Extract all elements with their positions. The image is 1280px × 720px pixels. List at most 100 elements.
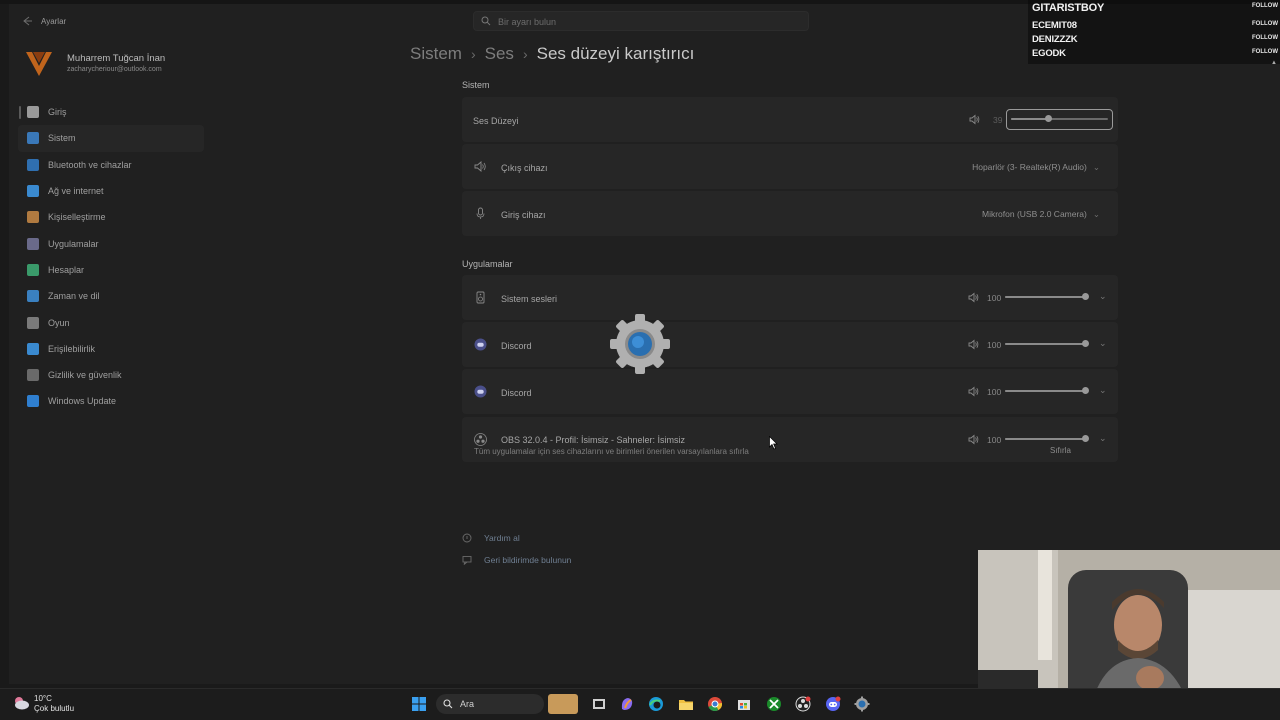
system-volume-slider[interactable] — [1011, 113, 1108, 125]
system-icon — [27, 132, 39, 145]
avatar[interactable] — [24, 48, 54, 78]
app-volume-value: 100 — [987, 340, 1002, 350]
input-device-card: Giriş cihazı Mikrofon (USB 2.0 Camera) ⌄ — [462, 191, 1118, 236]
sidebar-item-gamepad[interactable]: Oyun — [18, 309, 204, 335]
app-name: Discord — [501, 388, 532, 398]
discord-icon — [474, 338, 487, 351]
app-title: Ayarlar — [41, 17, 67, 26]
slider-thumb[interactable] — [1081, 340, 1089, 347]
sidebar-item-network[interactable]: Ağ ve internet — [18, 178, 204, 204]
weather-widget[interactable]: 10°C Çok bulutlu — [12, 693, 82, 715]
speaker-icon[interactable] — [968, 434, 979, 445]
settings-search-input[interactable]: Bir ayarı bulun — [473, 11, 809, 31]
sidebar-item-label: Oyun — [48, 317, 70, 328]
feedback-link[interactable]: Geri bildirimde bulunun — [462, 555, 571, 565]
slider-thumb[interactable] — [1045, 115, 1053, 122]
home-icon — [27, 106, 39, 119]
follow-badge: FOLLOW — [1252, 49, 1278, 55]
follower-name: DENIZZZK — [1032, 34, 1078, 45]
app-volume-slider[interactable] — [1005, 385, 1089, 397]
app-volume-slider[interactable] — [1005, 433, 1089, 445]
sidebar-item-label: Sistem — [48, 133, 76, 144]
speaker-icon[interactable] — [968, 386, 979, 397]
sidebar-item-accounts[interactable]: Hesaplar — [18, 257, 204, 283]
follow-badge: FOLLOW — [1252, 35, 1278, 41]
update-icon — [27, 395, 39, 408]
sidebar-item-label: Uygulamalar — [48, 238, 99, 249]
back-arrow-icon[interactable] — [20, 14, 34, 28]
app-volume-slider[interactable] — [1005, 338, 1089, 350]
weather-temperature: 10°C — [34, 694, 52, 703]
chevron-right-icon: › — [522, 46, 528, 62]
get-help-link[interactable]: Yardım al — [462, 533, 520, 543]
reset-button[interactable]: Sıfırla — [1050, 446, 1071, 455]
feedback-icon — [462, 556, 472, 565]
slider-thumb[interactable] — [1081, 387, 1089, 394]
output-device-dropdown[interactable]: Hoparlör (3- Realtek(R) Audio) ⌄ — [972, 162, 1100, 173]
breadcrumb-sistem[interactable]: Sistem — [410, 44, 462, 63]
settings-taskbar-icon[interactable] — [854, 696, 870, 712]
breadcrumb-ses[interactable]: Ses — [485, 44, 514, 63]
chevron-down-icon[interactable]: ⌄ — [1099, 385, 1107, 396]
brush-icon — [27, 211, 39, 224]
cloudy-weather-icon — [15, 697, 29, 710]
output-device-value: Hoparlör (3- Realtek(R) Audio) — [972, 162, 1087, 172]
bluetooth-icon — [27, 158, 39, 171]
file-explorer-icon[interactable] — [678, 696, 694, 712]
edge-icon[interactable] — [648, 696, 664, 712]
store-icon[interactable] — [736, 696, 752, 712]
speaker-icon[interactable] — [969, 114, 980, 125]
obs-taskbar-icon[interactable] — [795, 696, 811, 712]
sidebar-item-system[interactable]: Sistem — [18, 125, 204, 152]
chevron-down-icon[interactable]: ⌄ — [1099, 433, 1107, 444]
shield-icon — [27, 369, 39, 382]
speaker-icon — [474, 161, 486, 172]
app-name: OBS 32.0.4 - Profil: İsimsiz - Sahneler:… — [501, 435, 686, 445]
microphone-icon — [476, 207, 485, 219]
chrome-icon[interactable] — [707, 696, 723, 712]
sidebar-item-accessibility[interactable]: Erişilebilirlik — [18, 336, 204, 362]
slider-thumb[interactable] — [1081, 435, 1089, 442]
app-volume-slider[interactable] — [1005, 291, 1089, 303]
follower-name: EGODK — [1032, 48, 1066, 59]
follow-badge: FOLLOW — [1252, 3, 1278, 9]
search-highlight-icon[interactable] — [548, 694, 578, 714]
sidebar-item-brush[interactable]: Kişiselleştirme — [18, 204, 204, 230]
time-language-icon — [27, 290, 39, 303]
sidebar-item-label: Zaman ve dil — [48, 291, 100, 302]
slider-thumb[interactable] — [1081, 293, 1089, 300]
chevron-down-icon[interactable]: ⌄ — [1099, 291, 1107, 302]
loading-gear-icon — [610, 314, 670, 374]
app-name: Discord — [501, 341, 532, 351]
discord-taskbar-icon[interactable] — [825, 696, 841, 712]
copilot-icon[interactable] — [619, 696, 635, 712]
chevron-down-icon: ⌄ — [1092, 209, 1100, 219]
taskbar-search[interactable]: Ara — [436, 694, 544, 714]
sidebar-item-label: Hesaplar — [48, 264, 85, 275]
sidebar-item-apps[interactable]: Uygulamalar — [18, 230, 204, 256]
slider-fill — [1005, 438, 1085, 440]
xbox-icon[interactable] — [766, 696, 782, 712]
sidebar-item-bluetooth[interactable]: Bluetooth ve cihazlar — [18, 152, 204, 178]
sidebar-item-label: Giriş — [48, 107, 67, 118]
task-view-icon[interactable] — [591, 696, 607, 712]
speaker-icon[interactable] — [968, 339, 979, 350]
sidebar-item-shield[interactable]: Gizlilik ve güvenlik — [18, 362, 204, 388]
section-title-sistem: Sistem — [462, 80, 490, 90]
sidebar-item-home[interactable]: Giriş — [18, 99, 204, 125]
speaker-icon[interactable] — [968, 292, 979, 303]
sidebar-item-update[interactable]: Windows Update — [18, 388, 204, 414]
chevron-down-icon[interactable]: ⌄ — [1099, 338, 1107, 349]
weather-description: Çok bulutlu — [34, 704, 75, 713]
selection-indicator — [19, 106, 21, 119]
scroll-up-arrow-icon[interactable]: ▲ — [1271, 60, 1277, 66]
sidebar-item-label: Windows Update — [48, 396, 117, 407]
page-title: Ses düzeyi karıştırıcı — [536, 44, 695, 63]
sidebar-item-time-language[interactable]: Zaman ve dil — [18, 283, 204, 309]
output-device-card: Çıkış cihazı Hoparlör (3- Realtek(R) Aud… — [462, 144, 1118, 189]
stream-follower-overlay: GITARISTBOY FOLLOW ECEMIT08 FOLLOW DENIZZZK F… — [1028, 0, 1280, 64]
discord-icon — [474, 385, 487, 398]
windows-start-icon[interactable] — [411, 696, 427, 712]
input-device-dropdown[interactable]: Mikrofon (USB 2.0 Camera) ⌄ — [982, 209, 1100, 220]
get-help-label: Yardım al — [484, 533, 520, 543]
